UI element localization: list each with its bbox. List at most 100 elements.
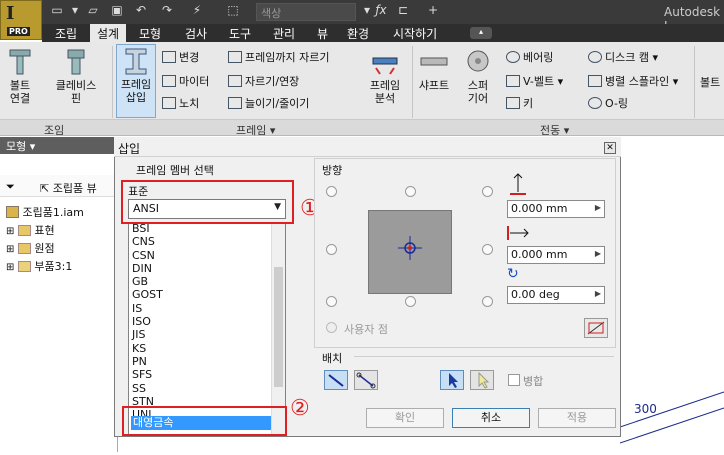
custom-point-radio[interactable] [326, 322, 337, 333]
expand-icon[interactable]: ⊞ [6, 226, 14, 237]
change-button[interactable]: 변경 [162, 50, 199, 66]
clevis-pin-button[interactable]: 클레비스 핀 [46, 46, 106, 105]
tab-assemble[interactable]: 조립 [48, 24, 84, 42]
list-item[interactable]: ISO [128, 315, 271, 328]
tab-environment[interactable]: 환경 [340, 24, 376, 42]
radio-middle-left[interactable] [326, 244, 337, 255]
dimension-label: 300 [634, 402, 657, 416]
parallel-spline-button[interactable]: 병렬 스플라인 ▾ [588, 74, 678, 90]
frame-analysis-button[interactable]: 프레임 분석 [362, 46, 408, 105]
update-icon[interactable]: ⚡ [188, 3, 206, 17]
tree-root[interactable]: 조립품1.iam [6, 204, 84, 220]
horizontal-offset-icon [506, 224, 532, 245]
group-frame-label[interactable]: 프레임 ▾ [236, 122, 275, 138]
bolt-right-button[interactable]: 볼트 [700, 76, 724, 89]
trim-to-frame-label: 프레임까지 자르기 [245, 51, 330, 64]
tab-view[interactable]: 뷰 [310, 24, 335, 42]
color-selector[interactable]: 색상 [256, 3, 356, 21]
spinner-arrow-icon[interactable]: ▶ [595, 203, 601, 212]
apply-button[interactable]: 적용 [538, 408, 616, 428]
tree-item[interactable]: ⊞ 원점 [6, 240, 55, 256]
select-arrow-button[interactable] [440, 370, 464, 390]
list-item[interactable]: SS [128, 382, 271, 395]
group-power-transmission-label[interactable]: 전동 ▾ [540, 122, 569, 138]
radio-top-left[interactable] [326, 186, 337, 197]
radio-top-center[interactable] [405, 186, 416, 197]
disc-cam-button[interactable]: 디스크 캠 ▾ [588, 50, 658, 66]
shaft-button[interactable]: 샤프트 [414, 46, 454, 92]
bearing-icon [506, 51, 520, 63]
offset-y-field[interactable]: 0.000 mm ▶ [507, 246, 605, 264]
select-icon[interactable]: ⬚ [224, 3, 242, 17]
key-button[interactable]: 키 [506, 96, 533, 112]
list-item[interactable]: GB [128, 275, 271, 288]
list-item[interactable]: SFS [128, 368, 271, 381]
bolt-connection-button[interactable]: 볼트 연결 [2, 46, 38, 105]
spur-gear-button[interactable]: 스퍼 기어 [458, 46, 498, 105]
notch-button[interactable]: 노치 [162, 96, 199, 112]
v-belt-button[interactable]: V-벨트 ▾ [506, 74, 563, 90]
expand-icon[interactable]: ⊞ [6, 244, 14, 255]
save-icon[interactable]: ▣ [108, 3, 126, 17]
tab-design[interactable]: 설계 [90, 24, 127, 42]
mirror-button[interactable] [584, 318, 608, 338]
merge-checkbox[interactable] [508, 374, 520, 386]
frame-insert-button[interactable]: 프레임 삽입 [116, 44, 156, 118]
list-item[interactable]: PN [128, 355, 271, 368]
tab-inspect[interactable]: 검사 [178, 24, 214, 42]
close-icon[interactable]: ✕ [604, 142, 616, 154]
select-secondary-button[interactable] [470, 370, 494, 390]
radio-bottom-center[interactable] [405, 296, 416, 307]
list-scrollbar[interactable] [271, 223, 285, 434]
dropdown-arrow-icon[interactable]: ▾ [66, 3, 84, 17]
radio-bottom-right[interactable] [482, 296, 493, 307]
tab-model[interactable]: 모형 [132, 24, 168, 42]
cancel-button[interactable]: 취소 [452, 408, 530, 428]
lengthen-shorten-button[interactable]: 늘이기/줄이기 [228, 96, 309, 112]
new-file-icon[interactable]: ▭ [48, 3, 66, 17]
miter-icon [162, 75, 176, 87]
fx-icon[interactable]: ƒx [372, 3, 390, 17]
radio-top-right[interactable] [482, 186, 493, 197]
trim-extend-button[interactable]: 자르기/연장 [228, 74, 299, 90]
app-logo-button[interactable]: I PRO [0, 0, 42, 40]
list-item[interactable]: CSN [128, 249, 271, 262]
placement-points-button[interactable] [354, 370, 378, 390]
miter-button[interactable]: 마이터 [162, 74, 209, 90]
tab-manage[interactable]: 관리 [266, 24, 302, 42]
tab-tools[interactable]: 도구 [222, 24, 258, 42]
list-item[interactable]: GOST [128, 288, 271, 301]
radio-bottom-left[interactable] [326, 296, 337, 307]
assembly-view-dropdown[interactable]: ⇱ 조립품 뷰 [40, 180, 97, 196]
scrollbar-thumb[interactable] [274, 267, 283, 387]
ribbon-toggle-icon[interactable]: ▴ [470, 27, 492, 39]
rotation-field[interactable]: 0.00 deg ▶ [507, 286, 605, 304]
o-ring-button[interactable]: O-링 [588, 96, 628, 112]
redo-icon[interactable]: ↷ [158, 3, 176, 17]
measure-icon[interactable]: ⊏ [394, 3, 412, 17]
tree-item[interactable]: ⊞ 부품3:1 [6, 258, 72, 274]
list-item[interactable]: IS [128, 302, 271, 315]
bearing-button[interactable]: 베어링 [506, 50, 553, 66]
placement-edge-button[interactable] [324, 370, 348, 390]
browser-header[interactable]: 모형 ▾ [0, 137, 118, 154]
center-point-icon[interactable] [398, 236, 422, 263]
tab-getting-started[interactable]: 시작하기 [386, 24, 444, 42]
list-item[interactable]: CNS [128, 235, 271, 248]
offset-x-field[interactable]: 0.000 mm ▶ [507, 200, 605, 218]
expand-icon[interactable]: ⊞ [6, 262, 14, 273]
ok-button[interactable]: 확인 [366, 408, 444, 428]
open-folder-icon[interactable]: ▱ [84, 3, 102, 17]
list-item[interactable]: DIN [128, 262, 271, 275]
spinner-arrow-icon[interactable]: ▶ [595, 289, 601, 298]
list-item[interactable]: KS [128, 342, 271, 355]
undo-icon[interactable]: ↶ [132, 3, 150, 17]
trim-to-frame-button[interactable]: 프레임까지 자르기 [228, 50, 329, 66]
folder-icon [17, 225, 31, 236]
plus-icon[interactable]: + [424, 3, 442, 17]
radio-middle-right[interactable] [482, 244, 493, 255]
filter-icon[interactable]: ⏷ [6, 180, 15, 194]
list-item[interactable]: JIS [128, 328, 271, 341]
tree-item[interactable]: ⊞ 표현 [6, 222, 55, 238]
spinner-arrow-icon[interactable]: ▶ [595, 249, 601, 258]
